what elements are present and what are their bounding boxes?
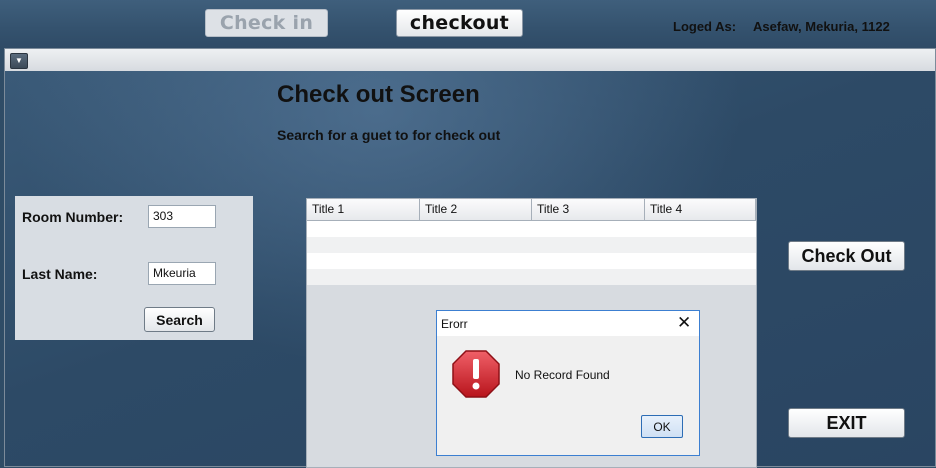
- search-panel: Room Number: 303 Last Name: Mkeuria Sear…: [15, 196, 253, 340]
- table-row[interactable]: [307, 269, 756, 285]
- dialog-title: Erorr: [441, 317, 468, 331]
- dialog-title-bar: Erorr ✕: [437, 311, 699, 336]
- search-button[interactable]: Search: [144, 307, 215, 332]
- room-number-label: Room Number:: [22, 209, 124, 225]
- last-name-label: Last Name:: [22, 266, 98, 282]
- page-subtitle: Search for a guet to for check out: [277, 127, 501, 143]
- table-row[interactable]: [307, 221, 756, 237]
- check-out-button[interactable]: Check Out: [788, 241, 905, 271]
- ok-button[interactable]: OK: [641, 415, 683, 438]
- room-number-field[interactable]: 303: [148, 205, 216, 228]
- page-title: Check out Screen: [277, 81, 480, 108]
- column-header[interactable]: Title 2: [420, 199, 532, 220]
- chevron-down-icon[interactable]: ▼: [10, 53, 28, 69]
- column-header[interactable]: Title 1: [307, 199, 420, 220]
- table-row[interactable]: [307, 253, 756, 269]
- column-header[interactable]: Title 3: [532, 199, 645, 220]
- table-header: Title 1 Title 2 Title 3 Title 4: [307, 199, 756, 221]
- checkout-tab-button[interactable]: checkout: [396, 9, 523, 37]
- frame-title-bar: ▼: [5, 49, 935, 72]
- error-stop-icon: [452, 350, 500, 398]
- dialog-message: No Record Found: [515, 368, 610, 382]
- logged-as-label: Loged As:: [673, 19, 737, 34]
- logged-user: Asefaw, Mekuria, 1122: [753, 19, 890, 34]
- check-in-button[interactable]: Check in: [205, 9, 328, 37]
- close-icon[interactable]: ✕: [677, 314, 691, 331]
- error-dialog: Erorr ✕ No Record Found OK: [436, 310, 700, 456]
- table-row[interactable]: [307, 237, 756, 253]
- column-header[interactable]: Title 4: [645, 199, 756, 220]
- top-bar: Check in checkout Loged As: Asefaw, Meku…: [0, 0, 936, 48]
- last-name-field[interactable]: Mkeuria: [148, 262, 216, 285]
- exit-button[interactable]: EXIT: [788, 408, 905, 438]
